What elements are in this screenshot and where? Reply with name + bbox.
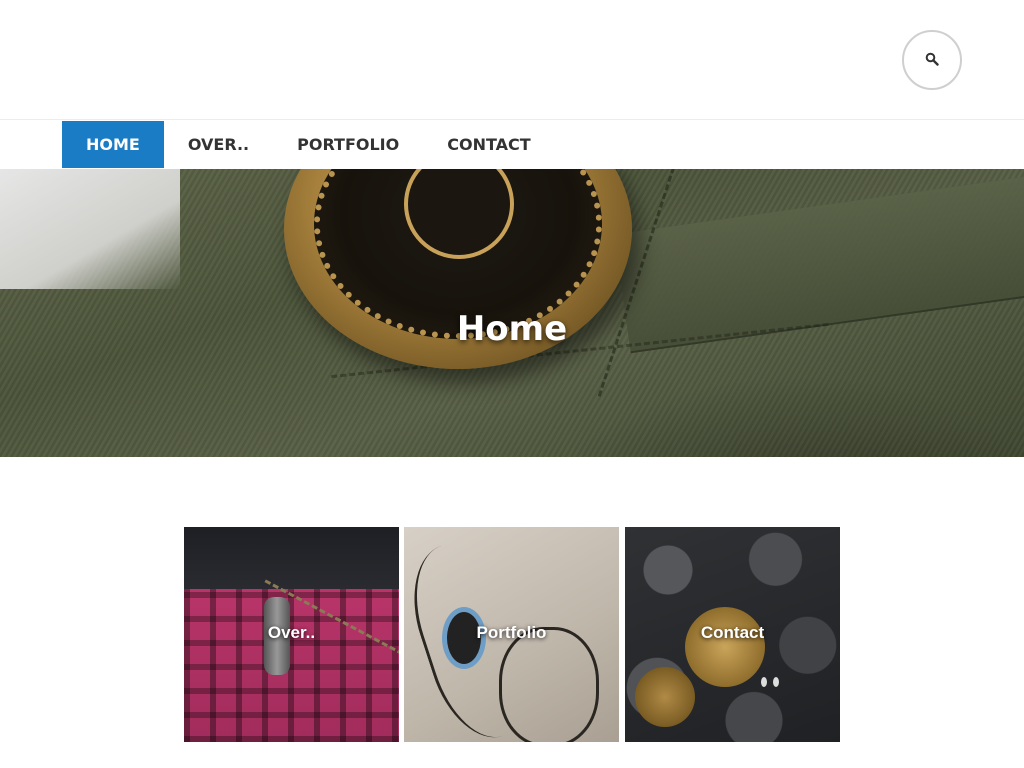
nav-item-portfolio[interactable]: PORTFOLIO: [273, 121, 423, 168]
tile-image: [635, 667, 695, 727]
tile-over[interactable]: Over..: [184, 527, 399, 742]
tile-image: [773, 677, 779, 687]
nav-item-home[interactable]: HOME: [62, 121, 164, 168]
tile-portfolio[interactable]: Portfolio: [404, 527, 619, 742]
main-navigation: HOME OVER.. PORTFOLIO CONTACT: [0, 121, 1024, 169]
tile-label: Portfolio: [476, 623, 547, 642]
tile-grid: Over.. Portfolio Contact: [184, 527, 840, 742]
hero-banner: Home: [0, 169, 1024, 457]
site-header: [0, 0, 1024, 120]
tile-label: Contact: [700, 623, 765, 642]
nav-item-over[interactable]: OVER..: [164, 121, 273, 168]
tile-contact[interactable]: Contact: [625, 527, 840, 742]
search-icon: [925, 51, 939, 70]
tile-image: [499, 627, 599, 742]
nav-item-contact[interactable]: CONTACT: [423, 121, 554, 168]
tile-image: [685, 607, 765, 687]
tile-image: [761, 677, 767, 687]
tile-image: [184, 527, 399, 589]
page-title: Home: [456, 309, 568, 349]
search-button[interactable]: [902, 30, 962, 90]
hero-background: [0, 169, 180, 289]
tile-label: Over..: [267, 623, 316, 642]
